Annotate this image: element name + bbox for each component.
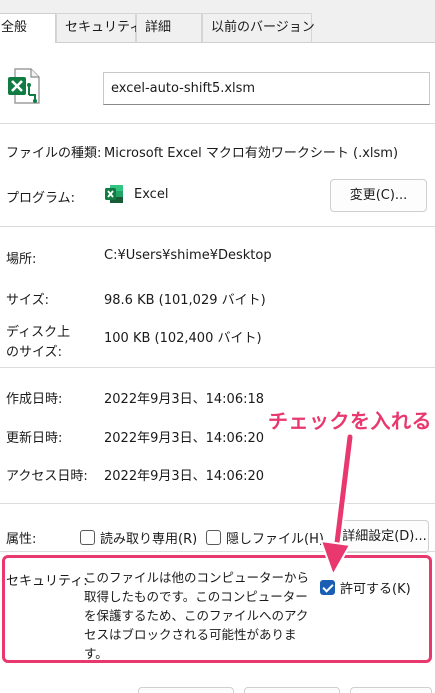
cancel-button[interactable]	[244, 687, 340, 693]
separator	[0, 226, 435, 227]
file-type-value: Microsoft Excel マクロ有効ワークシート (.xlsm)	[104, 146, 399, 161]
separator	[0, 123, 435, 124]
ok-button[interactable]	[138, 687, 234, 693]
properties-dialog: 全般 セキュリティ 詳細 以前のバージョン excel-auto-shift5.…	[0, 0, 435, 693]
tab-previous-versions[interactable]: 以前のバージョン	[202, 13, 315, 42]
disk-size-label-line2: のサイズ:	[6, 345, 62, 360]
annotation-arrow-icon	[319, 433, 355, 578]
excel-macro-file-icon	[7, 67, 43, 107]
program-value: Excel	[134, 187, 169, 202]
location-value: C:¥Users¥shime¥Desktop	[104, 248, 272, 263]
change-program-button[interactable]: 変更(C)...	[330, 179, 427, 212]
tab-bar: 全般 セキュリティ 詳細 以前のバージョン	[0, 13, 435, 43]
program-label: プログラム:	[6, 191, 75, 206]
readonly-checkbox-row[interactable]: 読み取り専用(R)	[80, 528, 197, 547]
modified-value: 2022年9月3日、14:06:20	[104, 431, 265, 446]
hidden-checkbox[interactable]	[206, 530, 221, 545]
tab-security[interactable]: セキュリティ	[56, 13, 142, 42]
created-label: 作成日時:	[6, 392, 63, 407]
modified-label: 更新日時:	[6, 431, 63, 446]
size-value: 98.6 KB (101,029 バイト)	[104, 293, 266, 308]
disk-size-label-line1: ディスク上	[6, 325, 71, 340]
separator	[0, 367, 435, 368]
excel-app-icon	[104, 184, 124, 204]
disk-size-value: 100 KB (102,400 バイト)	[104, 331, 262, 346]
readonly-checkbox[interactable]	[80, 530, 95, 545]
size-label: サイズ:	[6, 293, 49, 308]
accessed-label: アクセス日時:	[6, 469, 88, 484]
apply-button[interactable]	[350, 687, 432, 693]
filename-input[interactable]: excel-auto-shift5.xlsm	[103, 72, 430, 105]
created-value: 2022年9月3日、14:06:18	[104, 392, 265, 407]
tab-general[interactable]: 全般	[0, 13, 56, 43]
location-label: 場所:	[6, 252, 37, 267]
general-panel: excel-auto-shift5.xlsm ファイルの種類: Microsof…	[0, 42, 435, 693]
file-type-label: ファイルの種類:	[6, 146, 102, 161]
readonly-label: 読み取り専用(R)	[100, 532, 198, 547]
annotation-label: チェックを入れる	[268, 409, 432, 433]
attributes-label: 属性:	[6, 532, 37, 547]
tab-details[interactable]: 詳細	[136, 13, 202, 42]
accessed-value: 2022年9月3日、14:06:20	[104, 469, 265, 484]
